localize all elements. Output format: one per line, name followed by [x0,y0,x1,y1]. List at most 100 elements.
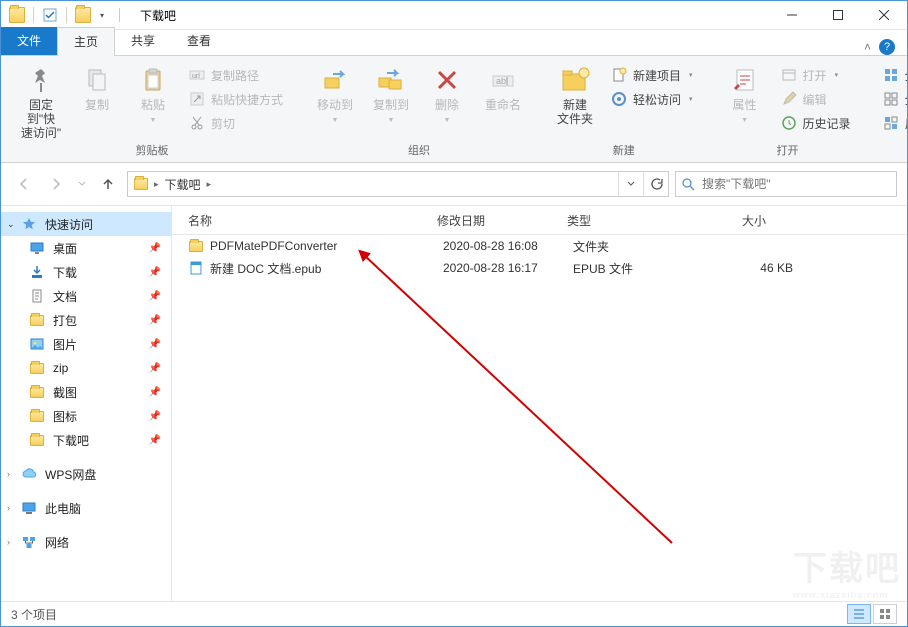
tab-view[interactable]: 查看 [171,27,227,55]
column-name[interactable]: 名称 [172,212,427,229]
folder-icon [30,387,44,398]
close-button[interactable] [861,1,907,29]
copy-to-button[interactable]: 复制到▼ [363,60,419,128]
move-to-button[interactable]: 移动到▼ [307,60,363,128]
path-icon: url [189,67,205,83]
nav-pictures[interactable]: 图片📌 [1,332,171,356]
nav-dabao[interactable]: 打包📌 [1,308,171,332]
search-input[interactable] [700,176,896,192]
easy-access-button[interactable]: 轻松访问▾ [607,88,697,110]
window-controls [769,1,907,29]
qat-properties-icon[interactable] [42,7,58,23]
column-size[interactable]: 大小 [677,212,777,229]
refresh-button[interactable] [643,172,668,196]
table-row[interactable]: 新建 DOC 文档.epub2020-08-28 16:17EPUB 文件46 … [172,257,907,279]
svg-text:ab: ab [496,76,506,86]
pin-icon: 📌 [149,387,161,398]
forward-button[interactable] [43,171,69,197]
select-none-button[interactable]: 全部取消 [879,88,908,110]
nav-this-pc[interactable]: ›此电脑 [1,496,171,520]
nav-xiazaiba[interactable]: 下载吧📌 [1,428,171,452]
select-all-button[interactable]: 全部选择 [879,64,908,86]
edit-button[interactable]: 编辑 [777,88,855,110]
up-button[interactable] [95,171,121,197]
pictures-icon [29,336,45,352]
search-box[interactable] [675,171,897,197]
rename-button[interactable]: ab 重命名 [475,60,531,112]
minimize-button[interactable] [769,1,815,29]
invert-selection-button[interactable]: 反向选择 [879,112,908,134]
table-row[interactable]: PDFMatePDFConverter2020-08-28 16:08文件夹 [172,235,907,257]
new-item-button[interactable]: 新建项目▾ [607,64,697,86]
download-icon [29,264,45,280]
nav-wps[interactable]: ›WPS网盘 [1,462,171,486]
folder-icon [188,238,204,254]
column-date[interactable]: 修改日期 [427,212,557,229]
qat-customize-dropdown[interactable]: ▾ [95,7,109,23]
nav-tubiao[interactable]: 图标📌 [1,404,171,428]
chevron-right-icon[interactable]: ▸ [152,179,161,190]
copy-path-button[interactable]: url 复制路径 [185,64,287,86]
paste-button[interactable]: 粘贴 ▼ [125,60,181,128]
copy-button[interactable]: 复制 [69,60,125,112]
open-button[interactable]: 打开▾ [777,64,855,86]
view-details-button[interactable] [847,604,871,624]
nav-jietu[interactable]: 截图📌 [1,380,171,404]
chevron-right-icon[interactable]: ▸ [205,179,214,190]
new-folder-icon [559,64,591,96]
copy-to-icon [375,64,407,96]
tab-home[interactable]: 主页 [57,27,115,56]
easy-access-icon [611,91,627,107]
pin-icon: 📌 [149,435,161,446]
ribbon-collapse-icon[interactable]: ˄ [864,40,871,54]
title-bar: ▾ 下载吧 [1,1,907,30]
tab-share[interactable]: 共享 [115,27,171,55]
new-folder-button[interactable]: 新建 文件夹 [547,60,603,126]
delete-button[interactable]: 删除▼ [419,60,475,128]
item-count: 3 个项目 [11,606,57,623]
breadcrumb-item[interactable]: 下载吧 [165,176,201,193]
nav-downloads[interactable]: 下载📌 [1,260,171,284]
document-icon [29,288,45,304]
nav-documents[interactable]: 文档📌 [1,284,171,308]
paste-shortcut-button[interactable]: 粘贴快捷方式 [185,88,287,110]
view-icons-button[interactable] [873,604,897,624]
expand-icon[interactable]: ⌄ [7,219,15,230]
expand-icon[interactable]: › [7,469,10,479]
properties-button[interactable]: 属性▼ [717,60,773,128]
cut-button[interactable]: 剪切 [185,112,287,134]
help-icon[interactable]: ? [879,39,895,55]
qat-open-folder-icon[interactable] [75,7,91,23]
history-button[interactable]: 历史记录 [777,112,855,134]
expand-icon[interactable]: › [7,537,10,547]
epub-icon [188,260,204,276]
address-dropdown[interactable] [618,172,643,196]
svg-text:url: url [192,73,200,80]
file-name: 新建 DOC 文档.epub [210,260,321,277]
back-button[interactable] [11,171,37,197]
recent-dropdown[interactable] [75,171,89,197]
ribbon-group-open: 属性▼ 打开▾ 编辑 历史记录 打开 [711,60,865,162]
folder-icon [30,411,44,422]
column-type[interactable]: 类型 [557,212,677,229]
delete-icon [431,64,463,96]
nav-network[interactable]: ›网络 [1,530,171,554]
folder-icon [30,363,44,374]
file-list[interactable]: PDFMatePDFConverter2020-08-28 16:08文件夹新建… [172,235,907,601]
address-bar[interactable]: ▸ 下载吧 ▸ [127,171,669,197]
nav-zip[interactable]: zip📌 [1,356,171,380]
pin-icon: 📌 [149,267,161,278]
star-icon [21,216,37,232]
file-type: 文件夹 [573,238,693,255]
tab-file[interactable]: 文件 [1,27,57,55]
navigation-pane[interactable]: ⌄ 快速访问 桌面📌 下载📌 文档📌 打包📌 图片📌 zip📌 截图📌 图标📌 … [1,206,172,601]
file-date: 2020-08-28 16:17 [443,261,573,275]
select-none-icon [883,91,899,107]
pin-icon: 📌 [149,291,161,302]
nav-desktop[interactable]: 桌面📌 [1,236,171,260]
expand-icon[interactable]: › [7,503,10,513]
maximize-button[interactable] [815,1,861,29]
pin-to-quick-access-button[interactable]: 固定到"快 速访问" [13,60,69,140]
nav-quick-access[interactable]: ⌄ 快速访问 [1,212,171,236]
pin-icon: 📌 [149,363,161,374]
